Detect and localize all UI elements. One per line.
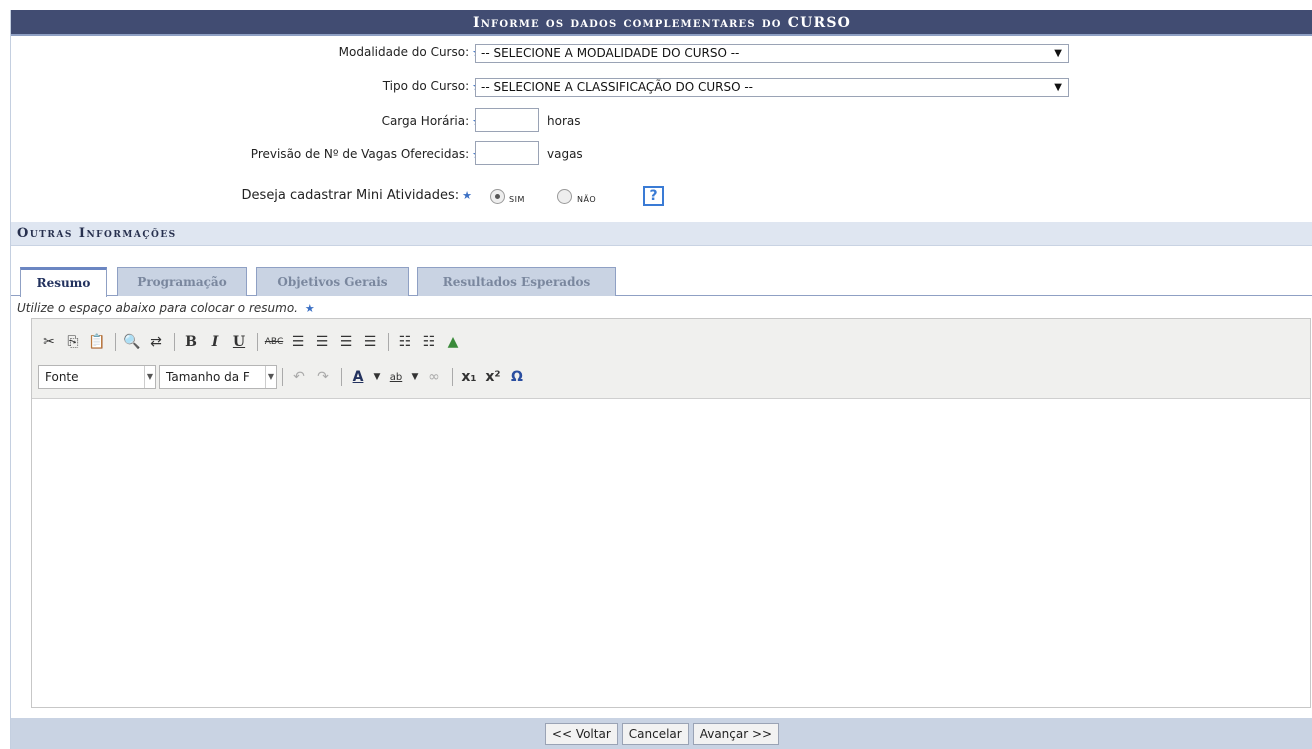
vagas-input[interactable] <box>475 141 539 165</box>
find-icon[interactable]: 🔍 <box>121 331 143 353</box>
editor-content-area[interactable] <box>32 400 1310 707</box>
font-family-select[interactable]: Fonte ▼ <box>38 365 156 389</box>
modalidade-label-text: Modalidade do Curso: <box>338 45 470 59</box>
tab-programacao[interactable]: Programação <box>117 267 247 296</box>
mini-sim-radio[interactable] <box>490 189 505 204</box>
mini-atividades-label: Deseja cadastrar Mini Atividades: ★ <box>242 188 472 203</box>
bullet-list-icon[interactable]: ☷ <box>394 331 416 353</box>
superscript-icon[interactable]: x² <box>482 366 504 388</box>
separator <box>174 333 175 351</box>
tipo-select-value: -- SELECIONE A CLASSIFICAÇÃO DO CURSO -- <box>481 80 754 94</box>
editor-toolbar: ✂ ⎘ 📋 🔍 ⇄ B I U ABC ☰ ☰ ☰ ☰ ☷ ☷ ▲ Fonte … <box>32 319 1310 399</box>
separator <box>257 333 258 351</box>
align-right-icon[interactable]: ☰ <box>335 331 357 353</box>
form-header: Informe os dados complementares do CURSO <box>11 10 1312 36</box>
outras-informacoes-title: Outras Informações <box>11 222 1312 246</box>
text-color-icon[interactable]: A <box>347 366 369 388</box>
mini-label-text: Deseja cadastrar Mini Atividades: <box>241 188 460 203</box>
cut-icon[interactable]: ✂ <box>38 331 60 353</box>
numbered-list-icon[interactable]: ☷ <box>418 331 440 353</box>
tab-resultados-esperados[interactable]: Resultados Esperados <box>417 267 616 296</box>
align-center-icon[interactable]: ☰ <box>311 331 333 353</box>
carga-unit: horas <box>547 114 581 128</box>
mini-nao-radio[interactable] <box>557 189 572 204</box>
separator <box>282 368 283 386</box>
modalidade-label: Modalidade do Curso:★ <box>339 45 482 59</box>
tipo-label-text: Tipo do Curso: <box>382 79 470 93</box>
editor-instruction-text: Utilize o espaço abaixo para colocar o r… <box>17 301 298 315</box>
help-icon[interactable]: ? <box>643 186 664 206</box>
special-char-icon[interactable]: Ω <box>506 366 528 388</box>
modalidade-select[interactable]: -- SELECIONE A MODALIDADE DO CURSO -- ▼ <box>475 44 1069 63</box>
modalidade-select-value: -- SELECIONE A MODALIDADE DO CURSO -- <box>481 46 740 60</box>
dropdown-arrow-icon[interactable]: ▼ <box>409 366 421 388</box>
copy-icon[interactable]: ⎘ <box>62 331 84 353</box>
italic-icon[interactable]: I <box>204 331 226 353</box>
cancel-button[interactable]: Cancelar <box>621 722 689 745</box>
editor-instruction: Utilize o espaço abaixo para colocar o r… <box>17 301 315 315</box>
align-justify-icon[interactable]: ☰ <box>359 331 381 353</box>
tab-resumo[interactable]: Resumo <box>20 267 107 297</box>
form-frame: Informe os dados complementares do CURSO… <box>10 10 1312 749</box>
tipo-label: Tipo do Curso:★ <box>383 79 482 93</box>
separator <box>115 333 116 351</box>
strikethrough-icon[interactable]: ABC <box>263 331 285 353</box>
mini-sim-label: sim <box>509 191 525 205</box>
back-button[interactable]: << Voltar <box>544 722 618 745</box>
font-size-select[interactable]: Tamanho da F ▼ <box>159 365 277 389</box>
vagas-label-text: Previsão de Nº de Vagas Oferecidas: <box>250 147 470 161</box>
highlight-color-icon[interactable]: ab <box>385 366 407 388</box>
form-footer: << Voltar Cancelar Avançar >> <box>11 718 1312 749</box>
dropdown-arrow-icon[interactable]: ▼ <box>371 366 383 388</box>
required-star-icon: ★ <box>304 302 315 315</box>
subscript-icon[interactable]: x₁ <box>458 366 480 388</box>
rich-text-editor: ✂ ⎘ 📋 🔍 ⇄ B I U ABC ☰ ☰ ☰ ☰ ☷ ☷ ▲ Fonte … <box>31 318 1311 708</box>
dropdown-arrow-icon: ▼ <box>1054 48 1062 59</box>
redo-icon[interactable]: ↷ <box>312 366 334 388</box>
replace-icon[interactable]: ⇄ <box>145 331 167 353</box>
toolbar-row-1: ✂ ⎘ 📋 🔍 ⇄ B I U ABC ☰ ☰ ☰ ☰ ☷ ☷ ▲ <box>38 330 466 354</box>
vagas-label: Previsão de Nº de Vagas Oferecidas:★ <box>251 147 482 161</box>
tipo-select[interactable]: -- SELECIONE A CLASSIFICAÇÃO DO CURSO --… <box>475 78 1069 97</box>
vagas-unit: vagas <box>547 147 583 161</box>
paste-icon[interactable]: 📋 <box>86 331 108 353</box>
undo-icon[interactable]: ↶ <box>288 366 310 388</box>
carga-label: Carga Horária:★ <box>382 114 482 128</box>
font-family-value: Fonte <box>45 370 79 384</box>
dropdown-arrow-icon: ▼ <box>265 366 276 388</box>
toolbar-row-2: Fonte ▼ Tamanho da F ▼ ↶ ↷ A ▼ ab ▼ ∞ x₁… <box>38 365 530 389</box>
carga-label-text: Carga Horária: <box>381 114 470 128</box>
separator <box>452 368 453 386</box>
dropdown-arrow-icon: ▼ <box>144 366 155 388</box>
separator <box>388 333 389 351</box>
required-star-icon: ★ <box>462 189 472 202</box>
tab-objetivos-gerais[interactable]: Objetivos Gerais <box>256 267 409 296</box>
font-size-value: Tamanho da F <box>166 370 250 384</box>
dropdown-arrow-icon: ▼ <box>1054 82 1062 93</box>
align-left-icon[interactable]: ☰ <box>287 331 309 353</box>
separator <box>341 368 342 386</box>
underline-icon[interactable]: U <box>228 331 250 353</box>
carga-horaria-input[interactable] <box>475 108 539 132</box>
mini-nao-label: não <box>577 191 597 205</box>
image-icon[interactable]: ▲ <box>442 331 464 353</box>
link-icon[interactable]: ∞ <box>423 366 445 388</box>
next-button[interactable]: Avançar >> <box>692 722 780 745</box>
bold-icon[interactable]: B <box>180 331 202 353</box>
